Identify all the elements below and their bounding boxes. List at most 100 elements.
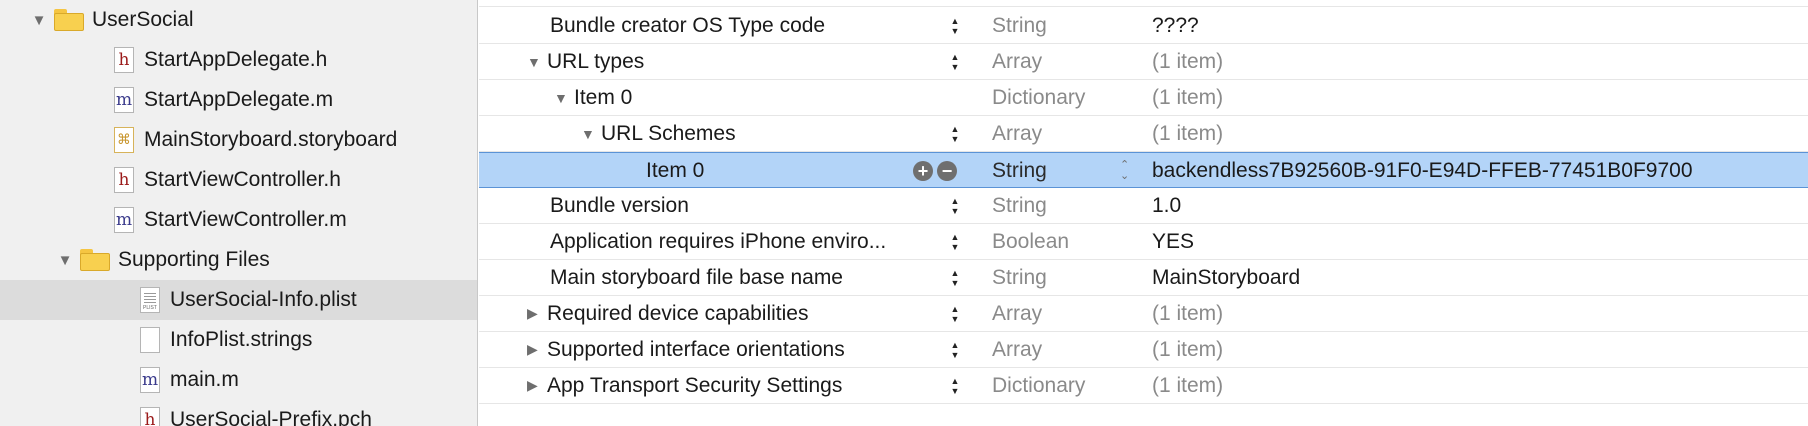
navigator-item-label: StartViewController.h	[144, 168, 341, 191]
disclosure-triangle-icon[interactable]: ▼	[28, 12, 50, 29]
plist-value-cell[interactable]: MainStoryboard	[1152, 260, 1300, 295]
add-item-button[interactable]: +	[913, 160, 933, 181]
plist-row[interactable]: ▼ URL Schemes ▲ ▼ Array (1 item)	[479, 116, 1808, 152]
plist-type-cell[interactable]: Dictionary	[992, 368, 1085, 403]
navigator-file[interactable]: InfoPlist.strings	[0, 320, 477, 360]
plist-row[interactable]: ▼ URL types ▲ ▼ Array (1 item)	[479, 44, 1808, 80]
plist-row[interactable]: Main storyboard file base name ▲ ▼ String Ma…	[479, 260, 1808, 296]
plist-value-cell[interactable]: YES	[1152, 224, 1194, 259]
navigator-file[interactable]: ⌘ MainStoryboard.storyboard	[0, 120, 477, 160]
plist-row[interactable]: Bundle creator OS Type code ▲ ▼ String????	[479, 8, 1808, 44]
plist-type-cell[interactable]: String	[992, 188, 1047, 223]
plist-key-label: URL types	[547, 49, 645, 73]
plist-key-label: Supported interface orientations	[547, 337, 845, 361]
plist-value-cell[interactable]: backendless7B92560B-91F0-E94D-FFEB-77451…	[1152, 153, 1693, 188]
type-stepper-icon[interactable]: ▲ ▼	[945, 44, 965, 79]
plist-type-cell[interactable]: Dictionary	[992, 80, 1085, 115]
plist-row[interactable]: ▼ Item 0 Dictionary (1 item)	[479, 80, 1808, 116]
plist-key-cell[interactable]: ▶ App Transport Security Settings	[527, 368, 842, 403]
plist-icon-caption: PLIST	[143, 305, 157, 311]
source-file-icon: m	[114, 207, 134, 233]
disclosure-triangle-icon[interactable]: ▶	[527, 377, 547, 394]
plist-row[interactable]: ▶ Required device capabilities ▲ ▼ Array (1 i…	[479, 296, 1808, 332]
type-stepper-icon[interactable]: ▲ ▼	[945, 368, 965, 403]
plist-type-cell[interactable]: Boolean	[992, 224, 1069, 259]
plist-type-cell[interactable]: Array	[992, 44, 1042, 79]
navigator-item-label: UserSocial-Info.plist	[170, 288, 357, 311]
plist-key-label: Item 0	[574, 85, 633, 109]
type-popup-chevron-icon[interactable]: ⌃ ⌄	[1120, 153, 1129, 188]
plist-key-cell[interactable]: ▼ Item 0	[554, 80, 632, 115]
plist-key-cell[interactable]: ▶ Supported interface orientations	[527, 332, 845, 367]
plist-key-cell[interactable]: ▼ URL types	[527, 44, 644, 79]
header-file-icon: h	[114, 167, 134, 193]
navigator-file[interactable]: m main.m	[0, 360, 477, 400]
plist-key-label: App Transport Security Settings	[547, 373, 843, 397]
navigator-file[interactable]: m StartAppDelegate.m	[0, 80, 477, 120]
type-stepper-icon[interactable]: ▲ ▼	[945, 332, 965, 367]
navigator-folder[interactable]: ▼ UserSocial	[0, 0, 477, 40]
header-file-icon: h	[140, 407, 160, 426]
disclosure-triangle-icon[interactable]: ▼	[54, 252, 76, 269]
plist-key-label: Item 0	[646, 158, 705, 182]
plist-row-partial[interactable]	[479, 0, 1808, 7]
plist-key-label: Main storyboard file base name	[550, 265, 843, 289]
navigator-file[interactable]: m StartViewController.m	[0, 200, 477, 240]
disclosure-triangle-icon[interactable]: ▼	[527, 54, 547, 70]
plist-type-cell[interactable]: String	[992, 153, 1047, 188]
folder-icon	[80, 249, 110, 271]
plist-type-cell[interactable]: Array	[992, 296, 1042, 331]
plist-type-cell[interactable]: Array	[992, 116, 1042, 151]
plist-key-cell[interactable]: Bundle version	[550, 188, 689, 223]
plist-value-cell[interactable]: 1.0	[1152, 188, 1181, 223]
disclosure-triangle-icon[interactable]: ▼	[554, 90, 574, 106]
folder-icon	[54, 9, 84, 31]
plist-key-label: Bundle version	[550, 193, 689, 217]
plist-value-cell[interactable]: (1 item)	[1152, 116, 1223, 151]
navigator-folder[interactable]: ▼ Supporting Files	[0, 240, 477, 280]
plist-row[interactable]: Application requires iPhone enviro... ▲ ▼ B…	[479, 224, 1808, 260]
plist-type-cell[interactable]: String	[992, 8, 1047, 43]
plist-key-cell[interactable]: Main storyboard file base name	[550, 260, 843, 295]
plist-type-cell[interactable]: Array	[992, 332, 1042, 367]
navigator-item-label: StartAppDelegate.h	[144, 48, 328, 71]
strings-file-icon	[140, 327, 160, 353]
plist-value-cell[interactable]: (1 item)	[1152, 368, 1223, 403]
plist-row[interactable]: ▶ Supported interface orientations ▲ ▼ Array…	[479, 332, 1808, 368]
type-stepper-icon[interactable]: ▲ ▼	[945, 188, 965, 223]
type-stepper-icon[interactable]: ▲ ▼	[945, 296, 965, 331]
plist-key-cell[interactable]: Bundle creator OS Type code	[550, 8, 825, 43]
type-stepper-icon[interactable]: ▲ ▼	[945, 260, 965, 295]
storyboard-file-icon: ⌘	[114, 127, 134, 153]
type-stepper-icon[interactable]: ▲ ▼	[945, 224, 965, 259]
plist-value-cell[interactable]: (1 item)	[1152, 44, 1223, 79]
navigator-file[interactable]: h StartViewController.h	[0, 160, 477, 200]
navigator-item-label: UserSocial	[92, 8, 194, 31]
type-stepper-icon[interactable]: ▲ ▼	[945, 116, 965, 151]
plist-value-cell[interactable]: (1 item)	[1152, 332, 1223, 367]
source-file-icon: m	[140, 367, 160, 393]
source-file-icon: m	[114, 87, 134, 113]
disclosure-triangle-icon[interactable]: ▼	[581, 126, 601, 142]
navigator-file[interactable]: h UserSocial-Prefix.pch	[0, 400, 477, 426]
type-stepper-icon[interactable]: ▲ ▼	[945, 8, 965, 43]
navigator-file[interactable]: h StartAppDelegate.h	[0, 40, 477, 80]
disclosure-triangle-icon[interactable]: ▶	[527, 305, 547, 322]
plist-row[interactable]: Item 0 + − String ⌃ ⌄ backendless7B92560B-91F0…	[479, 152, 1808, 188]
plist-key-cell[interactable]: Application requires iPhone enviro...	[550, 224, 886, 259]
plist-row[interactable]: Bundle version ▲ ▼ String 1.0	[479, 188, 1808, 224]
plist-key-cell[interactable]: ▼ URL Schemes	[581, 116, 736, 151]
plist-key-cell[interactable]: ▶ Required device capabilities	[527, 296, 809, 331]
plist-value-cell[interactable]: (1 item)	[1152, 80, 1223, 115]
disclosure-triangle-icon[interactable]: ▶	[527, 341, 547, 358]
plist-editor: Bundle creator OS Type code ▲ ▼ String???? ▼…	[479, 0, 1808, 426]
remove-item-button[interactable]: −	[937, 160, 957, 181]
header-file-icon: h	[114, 47, 134, 73]
plist-value-cell[interactable]: ????	[1152, 8, 1199, 43]
plist-row[interactable]: ▶ App Transport Security Settings ▲ ▼ Dictio…	[479, 368, 1808, 404]
plist-file-icon: PLIST	[140, 287, 160, 313]
navigator-file[interactable]: PLIST UserSocial-Info.plist	[0, 280, 477, 320]
plist-value-cell[interactable]: (1 item)	[1152, 296, 1223, 331]
plist-type-cell[interactable]: String	[992, 260, 1047, 295]
plist-key-cell[interactable]: Item 0	[646, 153, 704, 188]
